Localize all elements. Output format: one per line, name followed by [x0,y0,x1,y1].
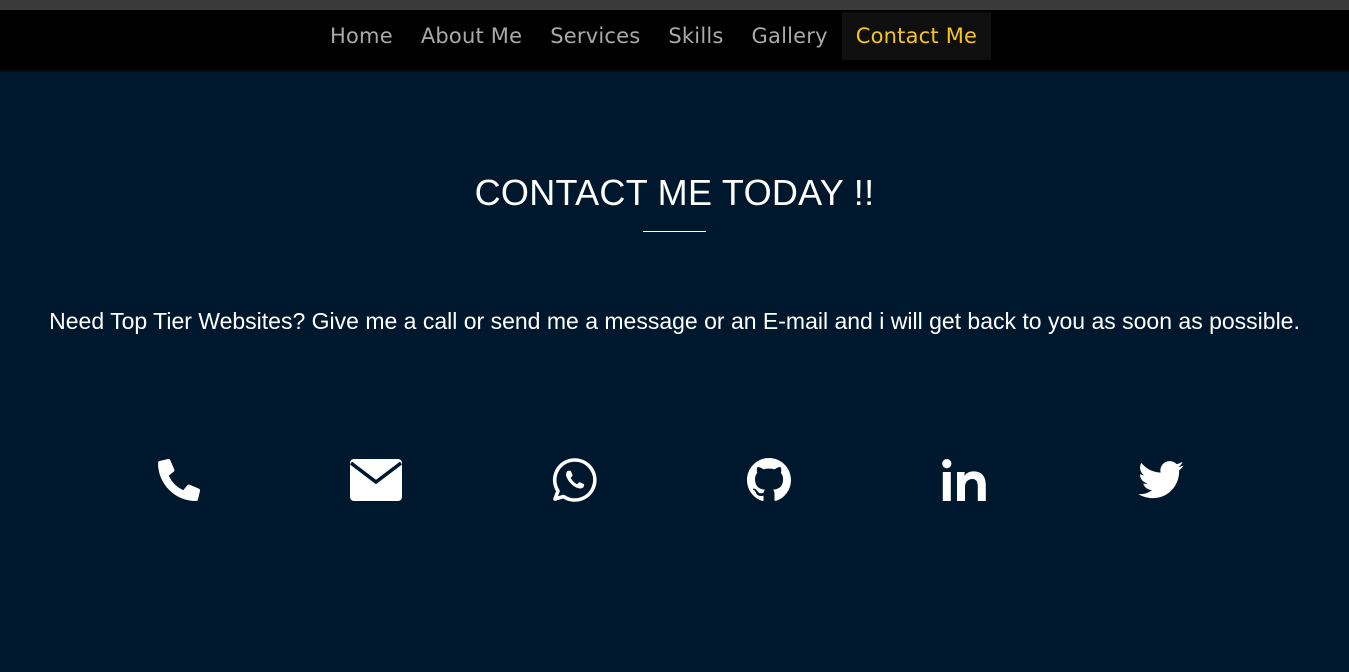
title-divider [643,231,706,232]
twitter-icon[interactable] [1131,450,1191,510]
whatsapp-icon[interactable] [545,450,605,510]
nav-item-home[interactable]: Home [316,12,407,60]
navbar: Home About Me Services Skills Gallery Co… [0,10,1349,72]
window-top-strip [0,0,1349,10]
nav-item-skills[interactable]: Skills [654,12,737,60]
nav-item-gallery[interactable]: Gallery [738,12,842,60]
linkedin-icon[interactable] [934,450,994,510]
contact-description: Need Top Tier Websites? Give me a call o… [49,308,1300,334]
nav-menu: Home About Me Services Skills Gallery Co… [316,12,992,60]
page-title: CONTACT ME TODAY !! [474,172,875,213]
github-icon[interactable] [739,450,799,510]
nav-item-services[interactable]: Services [536,12,654,60]
envelope-icon[interactable] [346,450,406,510]
contact-icons [0,450,1349,510]
nav-item-about-me[interactable]: About Me [407,12,536,60]
nav-item-contact-me[interactable]: Contact Me [841,12,992,60]
phone-icon[interactable] [149,450,209,510]
